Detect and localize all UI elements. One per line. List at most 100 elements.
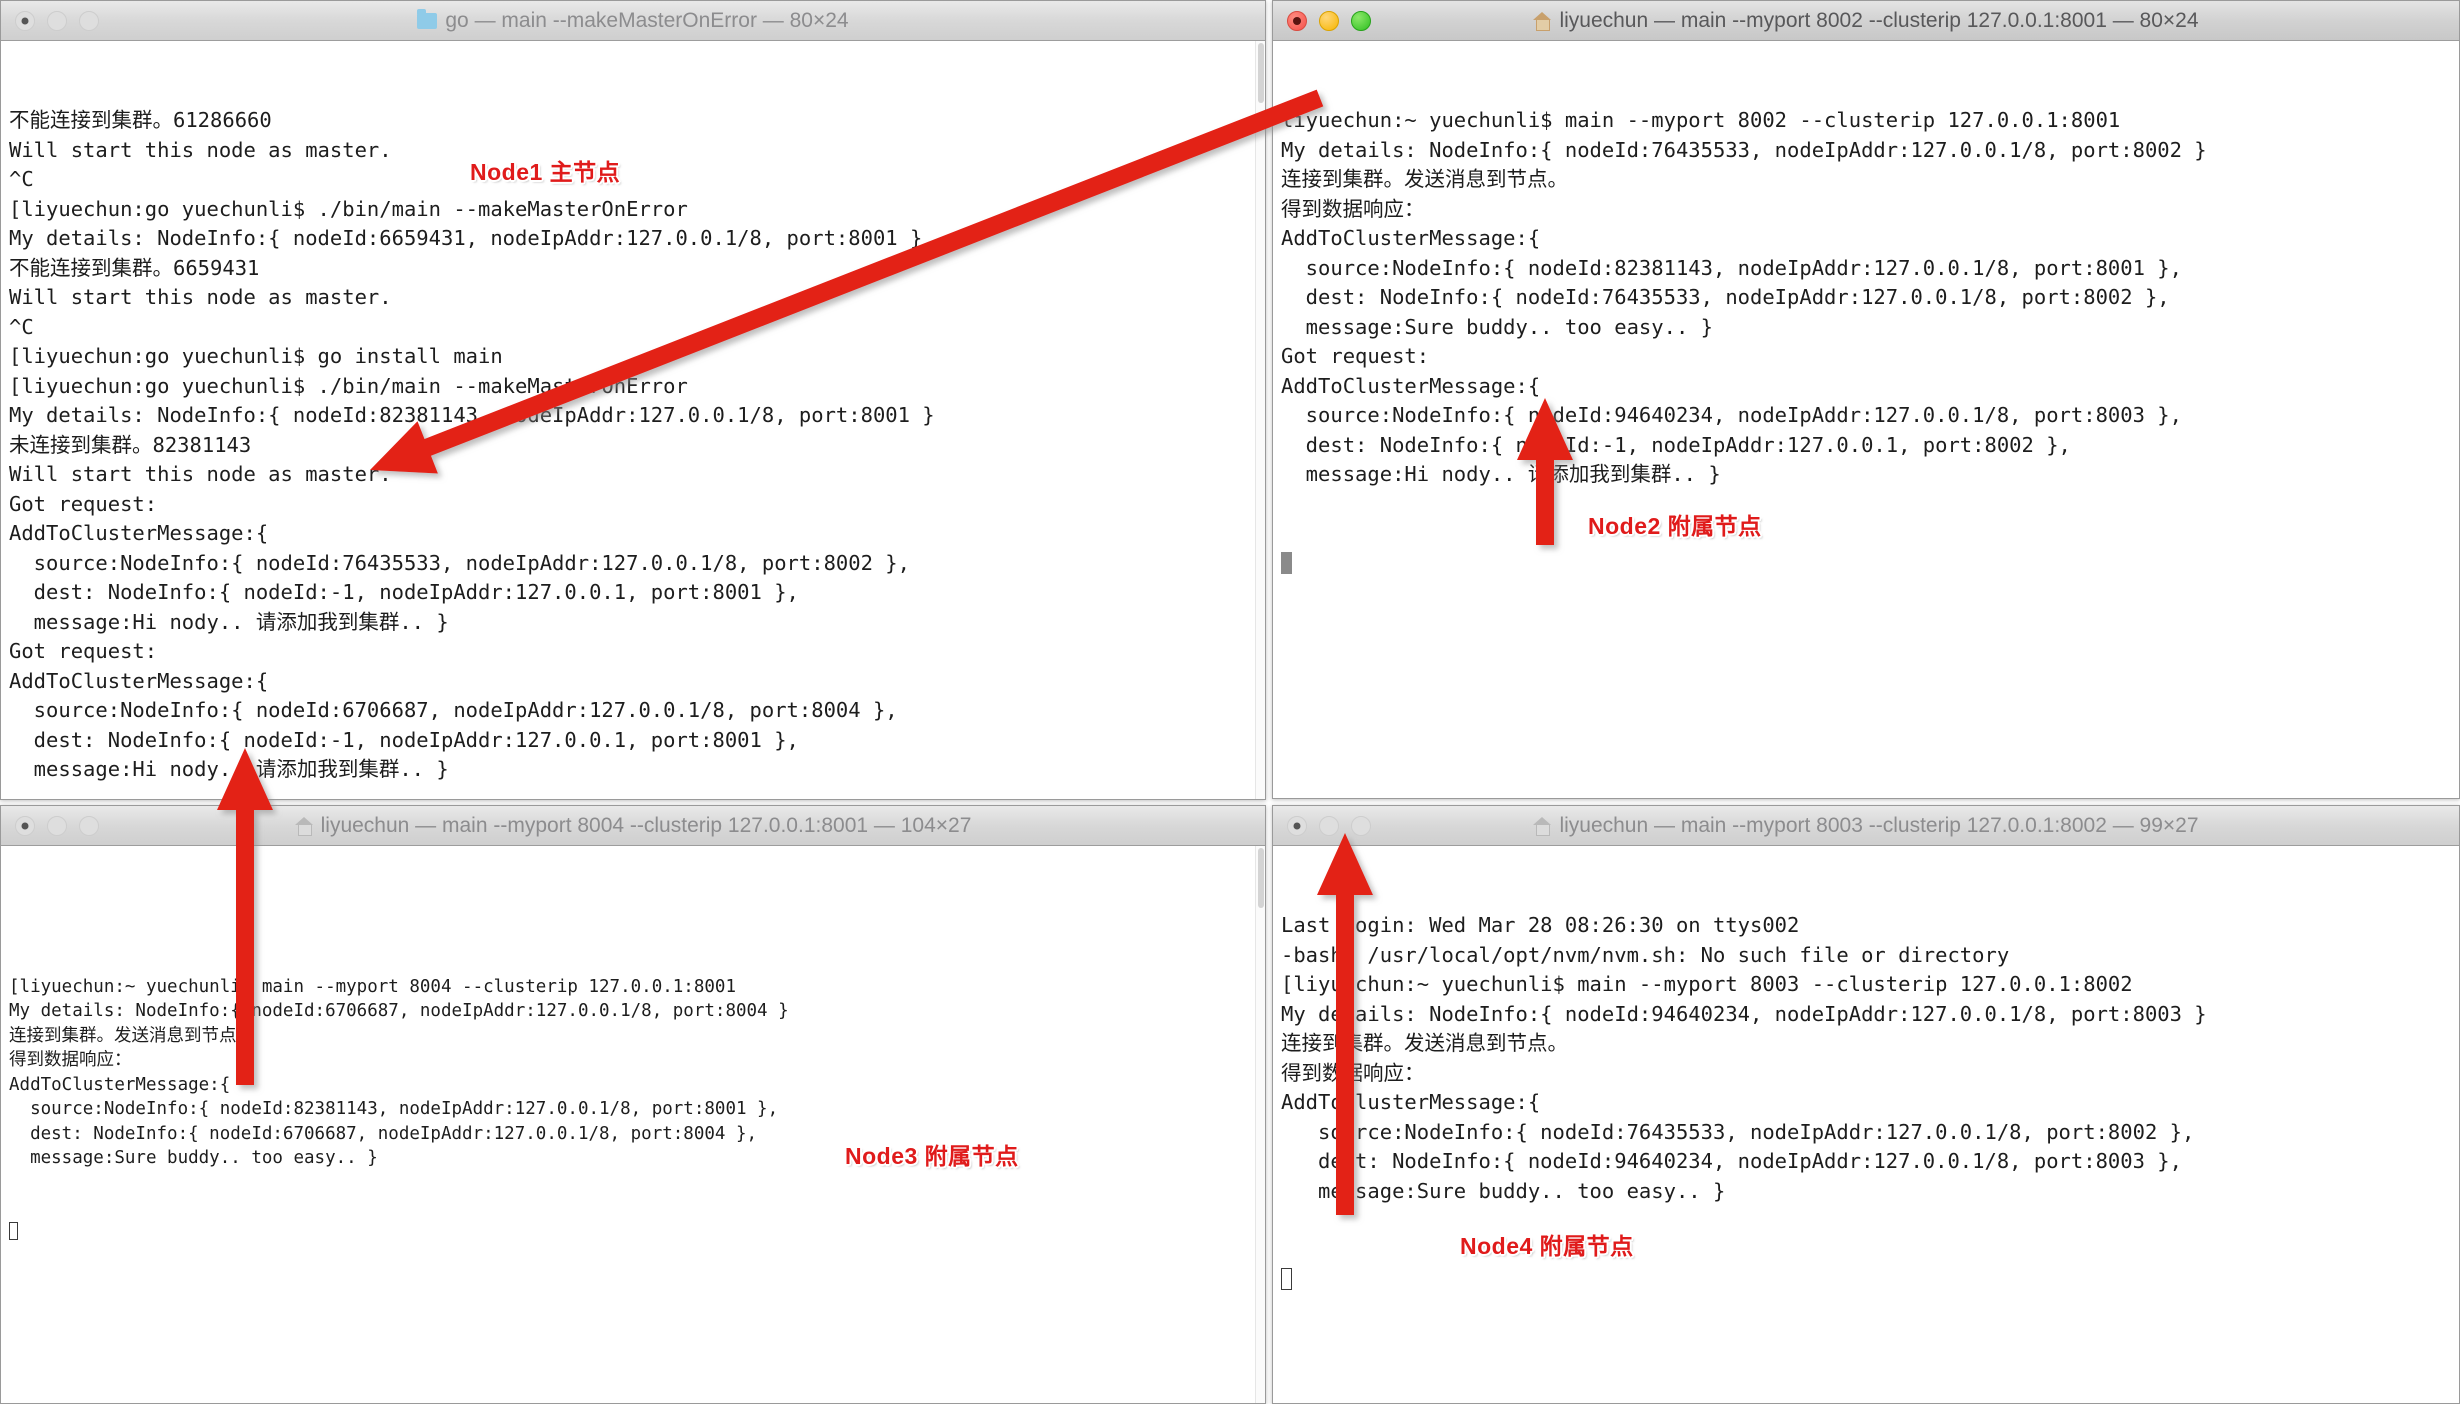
terminal-line: dest: NodeInfo:{ nodeId:94640234, nodeIp…: [1281, 1149, 2182, 1173]
terminal-line: AddToClusterMessage:{: [1281, 226, 1541, 250]
terminal-line: AddToClusterMessage:{: [1281, 373, 1541, 398]
minimize-button-node3[interactable]: [47, 815, 67, 836]
window-controls-node2[interactable]: [1273, 10, 1371, 31]
terminal-cursor-node2: [1281, 551, 1292, 574]
terminal-lines-node1: 不能连接到集群。61286660 Will start this node as …: [9, 106, 1265, 785]
terminal-line: Got request:: [9, 639, 158, 663]
terminal-line: -bash: /usr/local/opt/nvm/nvm.sh: No suc…: [1281, 942, 2010, 967]
terminal-line: liyuechun:~ yuechunli$ main --myport 800…: [1281, 108, 2121, 132]
terminal-output-node3[interactable]: [liyuechun:~ yuechunli$ main --myport 80…: [1, 846, 1265, 1403]
annotation-label-node4: Node4 附属节点: [1460, 1233, 1634, 1259]
terminal-line: source:NodeInfo:{ nodeId:82381143, nodeI…: [9, 1099, 779, 1119]
close-button-node2[interactable]: [1287, 10, 1307, 31]
terminal-line: message:Hi nody.. 请添加我到集群.. }: [9, 757, 449, 781]
terminal-cursor-line-node2: [1281, 549, 2459, 579]
terminal-line: source:NodeInfo:{ nodeId:6706687, nodeIp…: [9, 698, 898, 722]
window-title-node2: liyuechun — main --myport 8002 --cluster…: [1559, 8, 2199, 32]
terminal-line: My details: NodeInfo:{ nodeId:82381143, …: [9, 403, 935, 427]
terminal-line: message:Sure buddy.. too easy.. }: [1281, 1178, 1726, 1203]
terminal-cursor-line-node4: [1281, 1265, 2459, 1295]
scrollbar-node3[interactable]: [1255, 846, 1265, 1403]
terminal-line: AddToClusterMessage:{: [9, 668, 269, 693]
terminal-line: My details: NodeInfo:{ nodeId:6706687, n…: [9, 1001, 789, 1021]
titlebar-node3[interactable]: liyuechun — main --myport 8004 --cluster…: [1, 806, 1265, 846]
window-controls-node4[interactable]: [1273, 815, 1371, 836]
close-button-node1[interactable]: [15, 10, 35, 31]
terminal-line: ^C: [9, 314, 34, 339]
terminal-lines-node2: liyuechun:~ yuechunli$ main --myport 800…: [1281, 106, 2459, 490]
terminal-line: dest: NodeInfo:{ nodeId:6706687, nodeIpA…: [9, 1123, 758, 1144]
terminal-line: 连接到集群。发送消息到节点。: [9, 1025, 254, 1046]
terminal-line: 未连接到集群。82381143: [9, 432, 252, 457]
terminal-line: 得到数据响应：: [9, 1050, 132, 1070]
close-button-node3[interactable]: [15, 815, 35, 836]
terminal-line: dest: NodeInfo:{ nodeId:-1, nodeIpAddr:1…: [9, 727, 799, 752]
terminal-line: dest: NodeInfo:{ nodeId:-1, nodeIpAddr:1…: [9, 580, 799, 604]
terminal-line: message:Hi nody.. 请添加我到集群.. }: [1281, 462, 1721, 486]
terminal-line: Will start this node as master.: [9, 285, 392, 309]
terminal-lines-node4: Last login: Wed Mar 28 08:26:30 on ttys0…: [1281, 911, 2459, 1206]
terminal-line: [liyuechun:go yuechunli$ ./bin/main --ma…: [9, 373, 688, 398]
terminal-line: AddToClusterMessage:{: [1281, 1090, 1541, 1114]
terminal-cursor-line-node3: [9, 1220, 1265, 1245]
terminal-line: [liyuechun:go yuechunli$ go install main: [9, 344, 503, 368]
terminal-line: [liyuechun:~ yuechunli$ main --myport 80…: [1281, 972, 2133, 996]
scrollbar-node1[interactable]: [1255, 41, 1265, 799]
annotation-label-node3: Node3 附属节点: [845, 1143, 1019, 1169]
terminal-line: 不能连接到集群。61286660: [9, 108, 272, 132]
terminal-line: 得到数据响应：: [1281, 1060, 1425, 1085]
terminal-line: My details: NodeInfo:{ nodeId:94640234, …: [1281, 1001, 2207, 1026]
terminal-line: source:NodeInfo:{ nodeId:94640234, nodeI…: [1281, 403, 2182, 427]
window-controls-node3[interactable]: [1, 815, 99, 836]
window-title-node1: go — main --makeMasterOnError — 80×24: [445, 8, 849, 32]
house-icon: [1533, 12, 1552, 31]
title-center-node3: liyuechun — main --myport 8004 --cluster…: [1, 814, 1265, 838]
zoom-button-node1[interactable]: [79, 10, 99, 31]
terminal-line: message:Hi nody.. 请添加我到集群.. }: [9, 609, 449, 634]
terminal-output-node2[interactable]: liyuechun:~ yuechunli$ main --myport 800…: [1273, 41, 2459, 798]
terminal-window-node1[interactable]: go — main --makeMasterOnError — 80×24 不能…: [0, 0, 1266, 800]
title-center-node4: liyuechun — main --myport 8003 --cluster…: [1273, 814, 2459, 838]
window-title-node4: liyuechun — main --myport 8003 --cluster…: [1559, 813, 2199, 837]
terminal-window-node4[interactable]: liyuechun — main --myport 8003 --cluster…: [1272, 805, 2460, 1404]
terminal-line: 连接到集群。发送消息到节点。: [1281, 1031, 1568, 1055]
terminal-lines-node3: [liyuechun:~ yuechunli$ main --myport 80…: [9, 901, 1265, 1171]
zoom-button-node3[interactable]: [79, 815, 99, 836]
terminal-window-node3[interactable]: liyuechun — main --myport 8004 --cluster…: [0, 805, 1266, 1404]
terminal-line: message:Sure buddy.. too easy.. }: [1281, 314, 1713, 339]
terminal-line: dest: NodeInfo:{ nodeId:76435533, nodeIp…: [1281, 285, 2170, 309]
annotation-label-node2: Node2 附属节点: [1588, 513, 1762, 539]
terminal-line: [liyuechun:go yuechunli$ ./bin/main --ma…: [9, 196, 688, 221]
titlebar-node4[interactable]: liyuechun — main --myport 8003 --cluster…: [1273, 806, 2459, 846]
minimize-button-node2[interactable]: [1319, 10, 1339, 31]
annotation-label-node1: Node1 主节点: [470, 159, 621, 185]
terminal-line: AddToClusterMessage:{: [9, 1074, 231, 1095]
titlebar-node2[interactable]: liyuechun — main --myport 8002 --cluster…: [1273, 1, 2459, 41]
titlebar-node1[interactable]: go — main --makeMasterOnError — 80×24: [1, 1, 1265, 41]
zoom-button-node4[interactable]: [1351, 815, 1371, 836]
desktop-screenshot: go — main --makeMasterOnError — 80×24 不能…: [0, 0, 2460, 1404]
terminal-line: message:Sure buddy.. too easy.. }: [9, 1148, 378, 1168]
terminal-output-node4[interactable]: Last login: Wed Mar 28 08:26:30 on ttys0…: [1273, 846, 2459, 1403]
house-icon: [294, 817, 313, 836]
terminal-line: Will start this node as master.: [9, 462, 392, 486]
close-button-node4[interactable]: [1287, 815, 1307, 836]
minimize-button-node1[interactable]: [47, 10, 67, 31]
terminal-cursor-node3: [9, 1221, 18, 1240]
terminal-cursor-node4: [1281, 1268, 1292, 1290]
terminal-output-node1[interactable]: 不能连接到集群。61286660 Will start this node as …: [1, 41, 1265, 799]
terminal-line: Got request:: [1281, 344, 1430, 368]
terminal-line: AddToClusterMessage:{: [9, 521, 269, 545]
terminal-line: source:NodeInfo:{ nodeId:76435533, nodeI…: [9, 550, 910, 575]
terminal-line: Last login: Wed Mar 28 08:26:30 on ttys0…: [1281, 913, 1800, 937]
minimize-button-node4[interactable]: [1319, 815, 1339, 836]
window-title-node3: liyuechun — main --myport 8004 --cluster…: [320, 813, 972, 837]
zoom-button-node2[interactable]: [1351, 10, 1371, 31]
terminal-line: source:NodeInfo:{ nodeId:76435533, nodeI…: [1281, 1119, 2195, 1144]
terminal-window-node2[interactable]: liyuechun — main --myport 8002 --cluster…: [1272, 0, 2460, 799]
window-controls-node1[interactable]: [1, 10, 99, 31]
terminal-line: 不能连接到集群。6659431: [9, 255, 260, 280]
terminal-line: dest: NodeInfo:{ nodeId:-1, nodeIpAddr:1…: [1281, 432, 2071, 457]
